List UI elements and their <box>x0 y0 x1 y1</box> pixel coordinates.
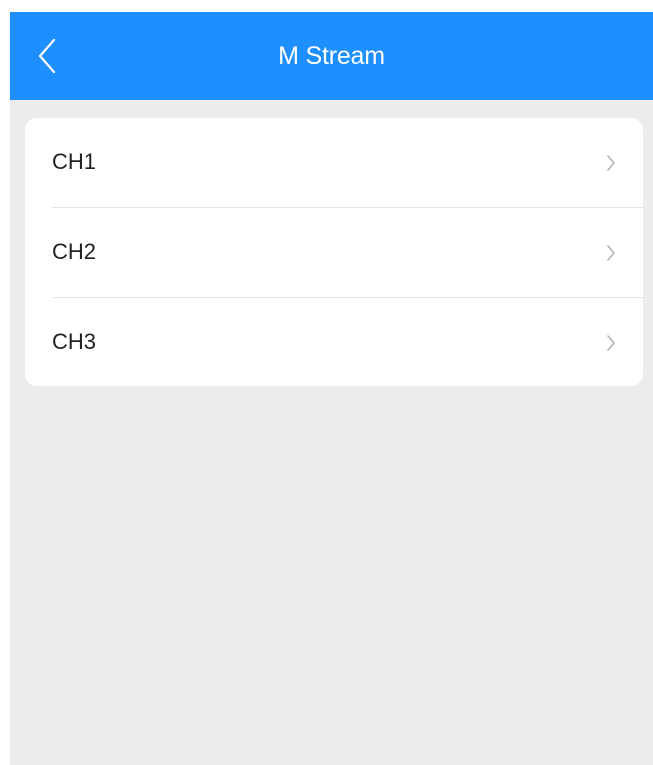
page-title: M Stream <box>278 42 385 70</box>
list-item-ch3[interactable]: CH3 <box>25 298 643 387</box>
top-bar: M Stream <box>10 12 653 100</box>
chevron-right-icon <box>607 335 615 351</box>
screen: M Stream CH1 CH2 CH3 <box>10 12 653 765</box>
list-item-ch2[interactable]: CH2 <box>25 208 643 297</box>
chevron-right-icon <box>607 155 615 171</box>
chevron-right-icon <box>607 245 615 261</box>
list-item-label: CH3 <box>52 329 97 354</box>
list-item-label: CH1 <box>52 149 97 174</box>
list-item-label: CH2 <box>52 239 97 264</box>
list-item-ch1[interactable]: CH1 <box>25 118 643 207</box>
channel-list: CH1 CH2 CH3 <box>25 118 643 386</box>
